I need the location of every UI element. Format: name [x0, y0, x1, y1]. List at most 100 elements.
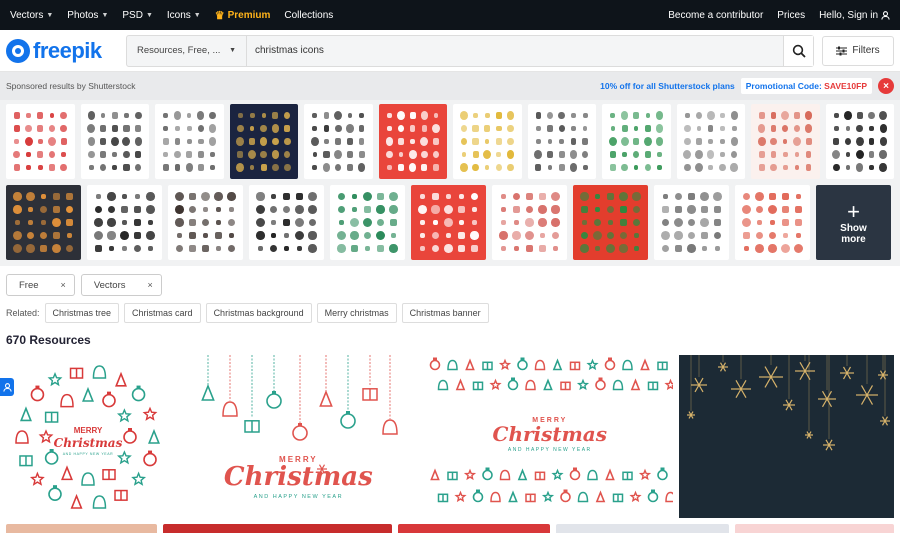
christmas-icon	[269, 205, 278, 214]
promo-offer-link[interactable]: 10% off for all Shutterstock plans	[600, 81, 735, 91]
feedback-tab[interactable]	[0, 378, 14, 396]
nav-item-photos[interactable]: Photos ▼	[67, 10, 108, 21]
prices-link[interactable]: Prices	[777, 10, 805, 21]
sponsored-thumbnail[interactable]	[378, 104, 447, 179]
christmas-icon	[460, 137, 468, 146]
sponsored-thumbnail[interactable]	[676, 104, 745, 179]
ornament-cap	[660, 467, 665, 471]
christmas-icon	[844, 137, 852, 146]
result-card[interactable]	[6, 524, 158, 533]
christmas-icon	[495, 138, 502, 145]
related-tag[interactable]: Christmas banner	[401, 303, 489, 323]
christmas-icon	[14, 125, 20, 132]
related-tag[interactable]: Christmas background	[205, 303, 312, 323]
result-card[interactable]	[734, 524, 894, 533]
christmas-icon	[535, 112, 542, 119]
nav-item-collections[interactable]: Collections	[284, 10, 333, 21]
sponsored-thumbnail[interactable]	[751, 104, 820, 179]
christmas-icon	[632, 205, 641, 214]
christmas-icon	[363, 231, 372, 240]
result-card[interactable]: Merry Christmas and happy new year	[176, 355, 421, 518]
related-tag[interactable]: Merry christmas	[316, 303, 397, 323]
nav-item-vectors[interactable]: Vectors ▼	[10, 10, 53, 21]
nav-item-premium[interactable]: ♛ Premium	[215, 9, 271, 22]
remove-filter-icon[interactable]: ×	[61, 280, 66, 290]
christmas-icon	[471, 206, 478, 213]
result-card[interactable]: Merry Christmas and happy new year	[427, 355, 673, 518]
christmas-icon	[845, 164, 851, 171]
sponsored-thumbnail[interactable]	[602, 104, 671, 179]
sponsored-thumbnail[interactable]	[80, 104, 149, 179]
christmas-icon	[197, 124, 205, 133]
signin-link[interactable]: Hello, Sign in	[819, 10, 890, 21]
christmas-icon	[124, 112, 129, 119]
search-button[interactable]	[783, 35, 813, 66]
resource-scope-dropdown[interactable]: Resources, Free, ... ▼	[127, 35, 247, 66]
result-card[interactable]: MERRY Christmas AND HAPPY NEW YEAR	[6, 355, 170, 518]
sponsored-thumbnail[interactable]	[304, 104, 373, 179]
result-card[interactable]	[678, 355, 894, 518]
ornament-icon	[604, 359, 616, 371]
christmas-icon	[868, 151, 875, 158]
filter-chip[interactable]: Vectors ×	[80, 274, 162, 296]
christmas-icon	[661, 218, 670, 227]
star-icon	[47, 371, 63, 387]
christmas-icon	[201, 192, 210, 201]
christmas-icon	[879, 163, 887, 172]
filters-button[interactable]: Filters	[822, 35, 894, 66]
christmas-icon	[769, 219, 776, 226]
ornament-cap	[297, 423, 302, 426]
christmas-icon	[782, 232, 789, 239]
christmas-icon	[255, 217, 266, 228]
sponsored-thumbnail[interactable]	[330, 185, 405, 260]
related-tag[interactable]: Christmas card	[124, 303, 201, 323]
result-card[interactable]	[398, 524, 550, 533]
sponsored-thumbnail[interactable]	[825, 104, 894, 179]
sponsored-thumbnail[interactable]	[411, 185, 486, 260]
sponsored-thumbnail[interactable]	[155, 104, 224, 179]
christmas-icon	[770, 125, 777, 132]
sponsored-thumbnail[interactable]	[735, 185, 810, 260]
christmas-icon	[312, 151, 318, 158]
christmas-icon	[755, 192, 764, 201]
remove-filter-icon[interactable]: ×	[148, 280, 153, 290]
christmas-icon	[349, 217, 359, 227]
sponsored-thumbnail[interactable]	[6, 185, 81, 260]
nav-item-psd[interactable]: PSD ▼	[122, 10, 153, 21]
sponsored-thumbnail[interactable]	[492, 185, 567, 260]
christmas-icon	[619, 231, 628, 240]
sponsored-thumbnail[interactable]	[87, 185, 162, 260]
related-tag[interactable]: Christmas tree	[44, 303, 120, 323]
christmas-icon	[410, 125, 416, 132]
freepik-logo[interactable]: freepik	[6, 38, 118, 64]
sponsored-thumbnail[interactable]	[229, 104, 298, 179]
sponsored-thumbnail[interactable]	[6, 104, 75, 179]
filter-chip[interactable]: Free ×	[6, 274, 75, 296]
show-more-button[interactable]: + Show more	[816, 185, 891, 260]
christmas-icon	[271, 124, 280, 133]
nav-item-icons[interactable]: Icons ▼	[167, 10, 201, 21]
christmas-icon	[855, 137, 864, 146]
christmas-icon	[186, 138, 192, 145]
result-card[interactable]	[163, 524, 393, 533]
christmas-icon	[66, 193, 73, 200]
sponsored-thumbnail[interactable]	[573, 185, 648, 260]
close-icon[interactable]: ×	[878, 78, 894, 94]
christmas-icon	[283, 137, 291, 146]
freepik-logo-icon	[6, 38, 30, 63]
christmas-icon	[121, 219, 128, 226]
christmas-icon	[645, 113, 651, 118]
sponsored-thumbnail[interactable]	[249, 185, 324, 260]
become-contributor-link[interactable]: Become a contributor	[668, 10, 763, 21]
christmas-icon	[458, 232, 465, 239]
result-card[interactable]	[555, 524, 729, 533]
christmas-icon	[619, 244, 628, 253]
sponsored-thumbnail[interactable]	[168, 185, 243, 260]
sponsored-thumbnail[interactable]	[527, 104, 596, 179]
search-input[interactable]	[247, 35, 783, 66]
christmas-icon	[122, 150, 130, 159]
sponsored-thumbnail[interactable]	[453, 104, 522, 179]
christmas-icon	[202, 206, 209, 213]
christmas-icon	[163, 125, 169, 132]
sponsored-thumbnail[interactable]	[654, 185, 729, 260]
